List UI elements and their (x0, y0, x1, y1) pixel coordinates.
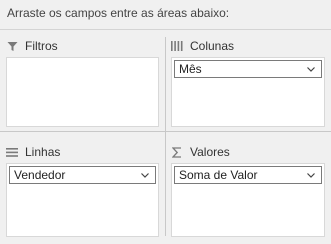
rows-header: Linhas (6, 143, 159, 161)
field-label: Vendedor (14, 168, 66, 182)
header-divider (0, 29, 331, 30)
values-area: Valores Soma de Valor (171, 143, 325, 237)
rows-area: Linhas Vendedor (6, 143, 159, 237)
rows-icon (6, 146, 18, 158)
columns-header: Colunas (171, 37, 325, 55)
field-label: Soma de Valor (179, 168, 258, 182)
values-title: Valores (190, 145, 230, 159)
columns-icon (171, 40, 183, 52)
chevron-down-icon[interactable] (304, 62, 318, 76)
rows-drop-zone[interactable]: Vendedor (6, 163, 159, 237)
field-pill-mes[interactable]: Mês (174, 60, 322, 78)
values-drop-zone[interactable]: Soma de Valor (171, 163, 325, 237)
filters-title: Filtros (25, 39, 58, 53)
filter-icon (6, 40, 18, 52)
field-pill-soma-de-valor[interactable]: Soma de Valor (174, 166, 322, 184)
sigma-icon (171, 146, 183, 158)
filters-header: Filtros (6, 37, 159, 55)
chevron-down-icon[interactable] (304, 168, 318, 182)
columns-title: Colunas (190, 39, 235, 53)
columns-area: Colunas Mês (171, 37, 325, 127)
instruction-text: Arraste os campos entre as áreas abaixo: (7, 6, 230, 20)
values-header: Valores (171, 143, 325, 161)
field-pill-vendedor[interactable]: Vendedor (9, 166, 156, 184)
field-label: Mês (179, 62, 202, 76)
filters-area: Filtros (6, 37, 159, 127)
rows-title: Linhas (25, 145, 61, 159)
filters-drop-zone[interactable] (6, 57, 159, 127)
columns-drop-zone[interactable]: Mês (171, 57, 325, 127)
vertical-separator (165, 37, 166, 236)
chevron-down-icon[interactable] (138, 168, 152, 182)
